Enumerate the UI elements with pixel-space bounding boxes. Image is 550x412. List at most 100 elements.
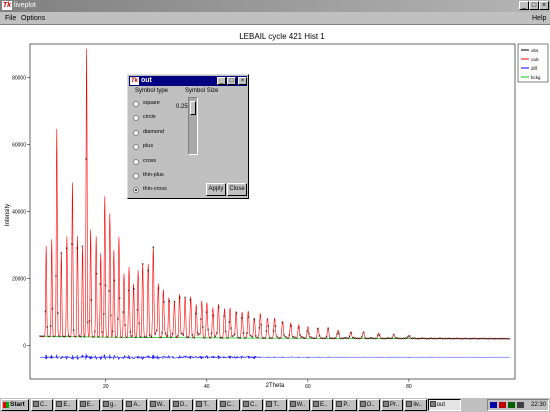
- option-thin-cross-label[interactable]: thin-cross: [143, 186, 167, 193]
- symbol-size-value: 0.25: [176, 104, 188, 110]
- taskbar-button-label: Pr..: [390, 402, 400, 408]
- taskbar-button-15[interactable]: Pr..: [381, 399, 404, 411]
- taskbar-app-icon: [266, 401, 273, 407]
- taskbar-button-label: g..: [110, 402, 117, 408]
- taskbar-app-icon: [126, 401, 133, 407]
- taskbar-app-icon: [406, 401, 413, 407]
- menu-file[interactable]: File: [5, 14, 16, 23]
- taskbar-app-icon: [383, 401, 389, 407]
- menu-options[interactable]: Options: [21, 14, 45, 23]
- taskbar-button-3[interactable]: g..: [101, 399, 124, 411]
- taskbar-app-icon: [149, 401, 156, 407]
- menu-bar: File Options Help: [0, 12, 550, 25]
- taskbar-button-9[interactable]: C..: [241, 399, 264, 411]
- taskbar-button-label: C..: [40, 402, 48, 408]
- taskbar-button-10[interactable]: T..: [264, 399, 287, 411]
- taskbar-button-8[interactable]: C..: [217, 399, 240, 411]
- symbol-size-scale[interactable]: [188, 97, 198, 155]
- tray-volume-icon[interactable]: [517, 402, 524, 408]
- option-thin-plus-label[interactable]: thin-plus: [143, 172, 164, 179]
- start-label: Start: [10, 401, 25, 408]
- dialog-maximize-button[interactable]: □: [227, 77, 236, 85]
- legend-label-diff: diff: [531, 66, 538, 71]
- option-plus-label[interactable]: plus: [143, 143, 153, 150]
- taskbar-button-17[interactable]: out: [427, 399, 461, 411]
- taskbar-app-icon: [289, 401, 296, 407]
- dialog-titlebar[interactable]: Tk out _ □ ×: [129, 76, 247, 86]
- legend-label-calc: calc: [531, 57, 540, 62]
- symbol-type-label: Symbol type: [135, 88, 169, 94]
- taskbar-button-4[interactable]: A..: [124, 399, 147, 411]
- taskbar: Start C.. E.. E.. g.. A.. W.. D.. T.. C.. C.. T.. W…: [0, 397, 550, 412]
- x-tick-label: 60: [305, 384, 311, 390]
- dialog-close-button[interactable]: ×: [238, 77, 247, 85]
- dialog-title: out: [141, 77, 152, 84]
- option-cross-label[interactable]: cross: [143, 158, 156, 165]
- scale-slider-handle[interactable]: [190, 101, 196, 115]
- taskbar-button-11[interactable]: W..: [287, 399, 310, 411]
- tray-antivirus-icon[interactable]: [499, 402, 506, 408]
- taskbar-app-icon: [336, 401, 343, 407]
- powder-diffraction-chart: LEBAIL cycle 421 Hist 1 2Theta Intensity…: [5, 32, 549, 390]
- option-diamond-label[interactable]: diamond: [143, 129, 164, 136]
- start-button[interactable]: Start: [1, 399, 29, 411]
- minimize-button[interactable]: _: [519, 1, 529, 10]
- radio-circle[interactable]: [133, 115, 139, 121]
- tray-app-icon[interactable]: [508, 402, 515, 408]
- taskbar-button-label: D..: [180, 402, 188, 408]
- taskbar-button-label: W..: [156, 402, 166, 408]
- taskbar-clock: 22:30: [530, 402, 546, 408]
- taskbar-app-icon: [313, 401, 319, 407]
- radio-thin-cross[interactable]: [133, 187, 139, 193]
- menu-help[interactable]: Help: [532, 14, 546, 23]
- apply-button[interactable]: Apply: [206, 183, 226, 196]
- plot-area: LEBAIL cycle 421 Hist 1 2Theta Intensity…: [0, 25, 550, 397]
- taskbar-button-label: W..: [296, 402, 306, 408]
- taskbar-button-5[interactable]: W..: [147, 399, 170, 411]
- taskbar-app-icon: [359, 401, 366, 407]
- y-tick-label: 80000: [12, 76, 26, 82]
- taskbar-button-1[interactable]: E..: [54, 399, 77, 411]
- taskbar-app-icon: [103, 401, 109, 407]
- radio-square[interactable]: [133, 101, 139, 107]
- taskbar-button-6[interactable]: D..: [171, 399, 194, 411]
- y-tick-label: 40000: [12, 210, 26, 216]
- taskbar-app-icon: [56, 401, 63, 407]
- radio-cross[interactable]: [133, 159, 139, 165]
- taskbar-button-label: out: [436, 402, 445, 408]
- tray-network-icon[interactable]: [490, 402, 497, 408]
- taskbar-button-0[interactable]: C..: [31, 399, 54, 411]
- taskbar-button-label: A..: [133, 402, 141, 408]
- windows-flag-icon: [3, 402, 9, 408]
- dialog-minimize-button[interactable]: _: [217, 77, 226, 85]
- chart-title: LEBAIL cycle 421 Hist 1: [239, 32, 325, 41]
- taskbar-button-13[interactable]: P..: [334, 399, 357, 411]
- taskbar-button-16[interactable]: liv..: [404, 399, 427, 411]
- tk-dialog-icon: Tk: [130, 77, 139, 85]
- taskbar-app-icon: [219, 401, 226, 407]
- taskbar-button-14[interactable]: O..: [357, 399, 380, 411]
- series-diff-line: [40, 353, 510, 361]
- y-tick-label: 0: [23, 344, 26, 350]
- series-calc-line: [40, 48, 510, 340]
- option-circle-label[interactable]: circle: [143, 114, 156, 121]
- taskbar-button-label: O..: [366, 402, 375, 408]
- taskbar-button-2[interactable]: E..: [77, 399, 100, 411]
- taskbar-button-label: C..: [250, 402, 258, 408]
- radio-diamond[interactable]: [133, 130, 139, 136]
- dialog-close-text-button[interactable]: Close: [227, 183, 247, 196]
- symbol-size-label: Symbol Size: [185, 88, 219, 94]
- option-square-label[interactable]: square: [143, 100, 160, 107]
- close-button[interactable]: ×: [539, 1, 549, 10]
- y-axis-label: Intensity: [5, 204, 11, 226]
- window-titlebar[interactable]: Tk liveplot _ □ ×: [0, 0, 550, 12]
- taskbar-button-7[interactable]: T..: [194, 399, 217, 411]
- legend-label-obs: obs: [531, 48, 539, 53]
- taskbar-button-12[interactable]: E..: [311, 399, 334, 411]
- radio-plus[interactable]: [133, 144, 139, 150]
- plot-frame: [29, 43, 516, 380]
- maximize-button[interactable]: □: [529, 1, 539, 10]
- radio-thin-plus[interactable]: [133, 173, 139, 179]
- taskbar-app-icon: [173, 401, 179, 407]
- taskbar-app-icon: [33, 401, 39, 407]
